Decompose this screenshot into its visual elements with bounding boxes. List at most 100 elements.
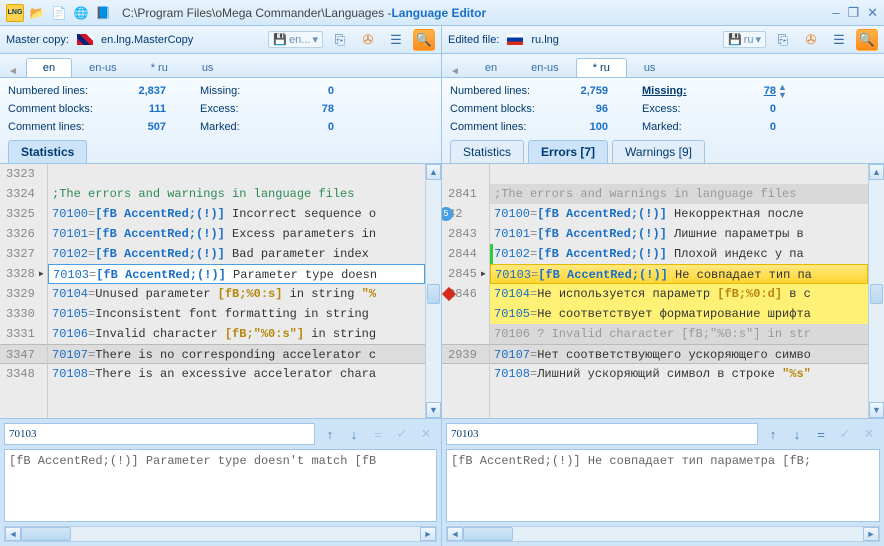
right-code[interactable]: ;The errors and warnings in language fil…	[490, 164, 868, 418]
line-number: 3348	[0, 364, 47, 384]
list-button[interactable]: ☰	[828, 29, 850, 51]
line-number: 3329	[0, 284, 47, 304]
find-button[interactable]: 🔍	[856, 29, 878, 51]
scroll-thumb[interactable]	[870, 284, 883, 304]
lang-tab[interactable]: en	[26, 58, 72, 77]
ok-button[interactable]: ✓	[834, 423, 856, 445]
open-icon[interactable]: 📂	[28, 4, 46, 22]
ok-button[interactable]: ✓	[391, 423, 413, 445]
stat-blocks-label: Comment blocks:	[450, 103, 558, 115]
help-icon[interactable]: 📘	[94, 4, 112, 22]
edited-file-label: Edited file:	[448, 34, 499, 46]
tabs-scroll-left[interactable]: ◄	[8, 66, 18, 77]
code-line[interactable]: 70103=[fB AccentRed;(!)] Parameter type …	[48, 264, 425, 284]
code-line[interactable]: 70107=Нет соответствующего ускоряющего с…	[490, 344, 868, 364]
globe-icon[interactable]: 🌐	[72, 4, 90, 22]
tab-warnings[interactable]: Warnings [9]	[612, 140, 705, 163]
stat-missing-link[interactable]: Missing:	[608, 85, 726, 97]
nav-up-button[interactable]: ↑	[762, 423, 784, 445]
run-button[interactable]: ✇	[800, 29, 822, 51]
maximize-button[interactable]: ❐	[847, 5, 859, 21]
code-line[interactable]: 70100=[fB AccentRed;(!)] Incorrect seque…	[48, 204, 425, 224]
find-button[interactable]: 🔍	[413, 29, 435, 51]
code-line[interactable]: 70103=[fB AccentRed;(!)] Не совпадает ти…	[490, 264, 868, 284]
code-line[interactable]: 70105=Inconsistent font formatting in st…	[48, 304, 425, 324]
nav-up-button[interactable]: ↑	[319, 423, 341, 445]
scroll-thumb[interactable]	[427, 284, 440, 304]
code-line[interactable]: 70102=[fB AccentRed;(!)] Плохой индекс у…	[490, 244, 868, 264]
lang-tab[interactable]: us	[627, 58, 673, 77]
scroll-up-icon[interactable]: ▲	[426, 164, 441, 180]
cancel-button[interactable]: ✕	[858, 423, 880, 445]
eq-button[interactable]: =	[810, 423, 832, 445]
left-hscroll[interactable]: ◄ ►	[4, 526, 437, 542]
app-logo-icon[interactable]: LNG	[6, 4, 24, 22]
code-line[interactable]: ;The errors and warnings in language fil…	[48, 184, 425, 204]
eq-button[interactable]: =	[367, 423, 389, 445]
scroll-left-icon[interactable]: ◄	[447, 527, 463, 541]
code-line[interactable]: 70104=Не используется параметр [fB;%0:d]…	[490, 284, 868, 304]
right-hscroll[interactable]: ◄ ►	[446, 526, 880, 542]
scroll-right-icon[interactable]: ►	[420, 527, 436, 541]
right-scrollbar[interactable]: ▲ ▼	[868, 164, 884, 418]
lang-tab[interactable]: en	[468, 58, 514, 77]
right-stats: Numbered lines: 2,759 Missing: 78 ▲▼ Com…	[442, 78, 884, 164]
scroll-right-icon[interactable]: ►	[863, 527, 879, 541]
scroll-up-icon[interactable]: ▲	[869, 164, 884, 180]
list-button[interactable]: ☰	[385, 29, 407, 51]
nav-down-button[interactable]: ↓	[786, 423, 808, 445]
tab-statistics[interactable]: Statistics	[450, 140, 524, 163]
save-icon[interactable]: 📄	[50, 4, 68, 22]
window-buttons: ‒ ❐ ✕	[832, 5, 878, 21]
code-line[interactable]: ;The errors and warnings in language fil…	[490, 184, 868, 204]
nav-down-button[interactable]: ↓	[343, 423, 365, 445]
left-id-input[interactable]	[4, 423, 315, 445]
right-id-input[interactable]	[446, 423, 758, 445]
left-code[interactable]: ;The errors and warnings in language fil…	[48, 164, 425, 418]
code-line[interactable]: 70101=[fB AccentRed;(!)] Лишние параметр…	[490, 224, 868, 244]
code-line[interactable]: 70108=There is an excessive accelerator …	[48, 364, 425, 384]
cancel-button[interactable]: ✕	[415, 423, 437, 445]
minimize-button[interactable]: ‒	[832, 5, 839, 21]
run-button[interactable]: ✇	[357, 29, 379, 51]
code-line[interactable]: 70106 ? Invalid character [fB;"%0:s"] in…	[490, 324, 868, 344]
lang-tab[interactable]: * ru	[576, 58, 627, 77]
left-text-edit[interactable]: [fB AccentRed;(!)] Parameter type doesn'…	[4, 449, 437, 522]
left-code-area: 3323332433253326332733283329333033313347…	[0, 164, 441, 418]
code-line[interactable]: 70100=[fB AccentRed;(!)] Некорректная по…	[490, 204, 868, 224]
right-text-edit[interactable]: [fB AccentRed;(!)] Не совпадает тип пара…	[446, 449, 880, 522]
code-line[interactable]: 70106=Invalid character [fB;"%0:s"] in s…	[48, 324, 425, 344]
lang-box[interactable]: 💾 en... ▾	[268, 31, 323, 48]
scroll-down-icon[interactable]: ▼	[869, 402, 884, 418]
code-line[interactable]: 70105=Не соответствует форматирование шр…	[490, 304, 868, 324]
close-button[interactable]: ✕	[867, 5, 878, 21]
scroll-down-icon[interactable]: ▼	[426, 402, 441, 418]
right-code-area: 284154228432844284528462939 ;The errors …	[442, 164, 884, 418]
stat-missing-value[interactable]: 78	[726, 85, 776, 97]
tabs-scroll-left[interactable]: ◄	[450, 66, 460, 77]
tab-statistics[interactable]: Statistics	[8, 140, 87, 163]
stat-marked-value: 0	[726, 121, 776, 133]
spinner-icon[interactable]: ▲▼	[778, 83, 787, 99]
left-scrollbar[interactable]: ▲ ▼	[425, 164, 441, 418]
code-line[interactable]: 70108=Лишний ускоряющий символ в строке …	[490, 364, 868, 384]
line-number: 2845	[442, 264, 489, 284]
tab-errors[interactable]: Errors [7]	[528, 140, 608, 163]
lang-tab[interactable]: en-us	[514, 58, 576, 77]
save-lang-box[interactable]: 💾 ru ▾	[723, 31, 766, 48]
copy-button[interactable]: ⎘	[772, 29, 794, 51]
lang-tab[interactable]: * ru	[134, 58, 185, 77]
code-line[interactable]	[48, 164, 425, 184]
code-line[interactable]: 70102=[fB AccentRed;(!)] Bad parameter i…	[48, 244, 425, 264]
code-line[interactable]: 70107=There is no corresponding accelera…	[48, 344, 425, 364]
scroll-left-icon[interactable]: ◄	[5, 527, 21, 541]
code-line[interactable]: 70101=[fB AccentRed;(!)] Excess paramete…	[48, 224, 425, 244]
lang-tab[interactable]: us	[185, 58, 231, 77]
stat-numbered-label: Numbered lines:	[450, 85, 558, 97]
code-line[interactable]	[490, 164, 868, 184]
hscroll-thumb[interactable]	[21, 527, 71, 541]
copy-button[interactable]: ⎘	[329, 29, 351, 51]
lang-tab[interactable]: en-us	[72, 58, 134, 77]
hscroll-thumb[interactable]	[463, 527, 513, 541]
code-line[interactable]: 70104=Unused parameter [fB;%0:s] in stri…	[48, 284, 425, 304]
